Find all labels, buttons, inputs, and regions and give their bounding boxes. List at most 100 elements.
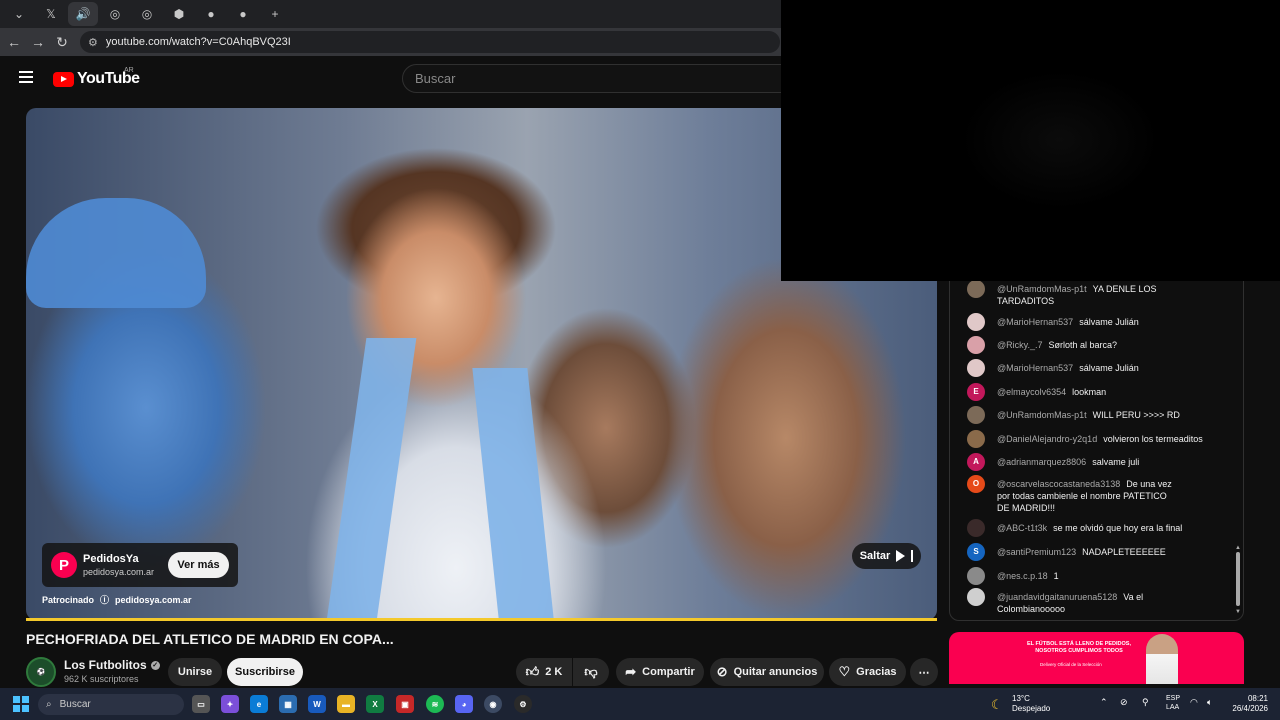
chat-username[interactable]: @juandavidgaitanuruena5128 xyxy=(997,592,1117,602)
subscribe-button[interactable]: Suscribirse xyxy=(227,658,303,686)
tab-5[interactable]: ⬢ xyxy=(164,2,194,26)
tab-4[interactable]: ◎ xyxy=(132,2,162,26)
dislike-button[interactable]: 👎︎ xyxy=(573,658,609,686)
chat-message[interactable]: S @santiPremium123 NADAPLETEEEEEE xyxy=(967,543,1237,561)
chat-avatar[interactable] xyxy=(967,313,985,331)
join-button[interactable]: Unirse xyxy=(168,658,222,686)
folder-icon[interactable]: ▬ xyxy=(337,695,355,713)
steam-icon[interactable]: ⚙ xyxy=(514,695,532,713)
task-view-icon[interactable]: ▭ xyxy=(192,695,210,713)
chat-username[interactable]: @UnRamdomMas-p1t xyxy=(997,284,1087,294)
chat-username[interactable]: @UnRamdomMas-p1t xyxy=(997,410,1087,420)
network-off-icon[interactable]: ⊘ xyxy=(1120,697,1128,708)
excel-icon[interactable]: X xyxy=(366,695,384,713)
chat-message[interactable]: O @oscarvelascocastaneda3138 De una vez po… xyxy=(967,475,1177,514)
weather-widget[interactable]: 13°C Despejado xyxy=(1012,694,1050,714)
tray-chevron-icon[interactable]: ⌃ xyxy=(1100,697,1108,708)
ad-cta-button[interactable]: Ver más xyxy=(168,552,229,578)
taskbar-search[interactable]: ⌕ Buscar xyxy=(38,694,184,715)
scroll-down-icon[interactable]: ▼ xyxy=(1235,609,1241,615)
chat-message[interactable]: A @adrianmarquez8806 salvame juli xyxy=(967,453,1237,471)
chat-avatar[interactable]: E xyxy=(967,383,985,401)
channel-name[interactable]: Los Futbolitos ✓ xyxy=(64,658,160,672)
chat-avatar[interactable] xyxy=(967,567,985,585)
chat-avatar[interactable]: O xyxy=(967,475,985,493)
chat-username[interactable]: @elmaycolv6354 xyxy=(997,387,1066,397)
new-tab-button[interactable]: + xyxy=(260,2,290,26)
mic-icon[interactable]: ⚲ xyxy=(1142,697,1149,708)
like-button[interactable]: 👍︎ 2 K xyxy=(516,658,572,686)
chat-message[interactable]: @juandavidgaitanuruena5128 Va el Colombia… xyxy=(967,588,1177,615)
tab-youtube-active[interactable]: 🔊 xyxy=(68,2,98,26)
tab-7[interactable]: ● xyxy=(228,2,258,26)
chat-scrollbar[interactable] xyxy=(1236,552,1240,606)
chat-username[interactable]: @MarioHernan537 xyxy=(997,363,1073,373)
chat-avatar[interactable] xyxy=(967,359,985,377)
ad-progress-bar[interactable] xyxy=(26,618,937,621)
chat-avatar[interactable] xyxy=(967,280,985,298)
language-indicator[interactable]: ESP LAA xyxy=(1166,694,1180,712)
banner-ad[interactable] xyxy=(949,632,1244,684)
site-info-icon[interactable]: ⚙ xyxy=(88,36,98,49)
address-bar[interactable]: ⚙ youtube.com/watch?v=C0AhqBVQ23I xyxy=(80,31,780,53)
chat-message[interactable]: @nes.c.p.18 1 xyxy=(967,567,1237,585)
chat-avatar[interactable] xyxy=(967,588,985,606)
skip-ad-button[interactable]: Saltar xyxy=(852,543,921,569)
wifi-icon[interactable]: ◠ xyxy=(1190,697,1198,708)
chat-avatar[interactable]: S xyxy=(967,543,985,561)
windows-start-icon[interactable] xyxy=(13,696,29,712)
chat-avatar[interactable] xyxy=(967,336,985,354)
discord-icon[interactable]: ◕ xyxy=(455,695,473,713)
chat-username[interactable]: @DanielAlejandro-y2q1d xyxy=(997,434,1097,444)
chat-username[interactable]: @santiPremium123 xyxy=(997,547,1076,557)
remove-ads-button[interactable]: ⊘ Quitar anuncios xyxy=(710,658,824,686)
channel-avatar[interactable]: ⚽ xyxy=(26,657,56,687)
like-count: 2 K xyxy=(545,666,563,678)
weather-temp: 13°C xyxy=(1012,694,1030,703)
thanks-button[interactable]: ♡ Gracias xyxy=(829,658,906,686)
chat-username[interactable]: @Ricky._.7 xyxy=(997,340,1042,350)
back-icon[interactable]: ← xyxy=(2,34,26,50)
forward-icon[interactable]: → xyxy=(26,34,50,50)
chat-message[interactable]: @MarioHernan537 sálvame Julián xyxy=(967,359,1237,377)
channel-name-text: Los Futbolitos xyxy=(64,658,147,672)
chat-message[interactable]: @MarioHernan537 sálvame Julián xyxy=(967,313,1237,331)
chat-username[interactable]: @nes.c.p.18 xyxy=(997,571,1048,581)
chat-message[interactable]: @DanielAlejandro-y2q1d volvieron los term… xyxy=(967,430,1237,448)
share-button[interactable]: ➦ Compartir xyxy=(616,658,704,686)
chat-username[interactable]: @oscarvelascocastaneda3138 xyxy=(997,479,1120,489)
sponsored-label: Patrocinado xyxy=(42,594,95,605)
tab-3[interactable]: ◎ xyxy=(100,2,130,26)
chat-avatar[interactable] xyxy=(967,430,985,448)
tab-search-menu[interactable]: ⌄ xyxy=(4,2,34,26)
spotify-icon[interactable]: ≋ xyxy=(426,695,444,713)
scroll-up-icon[interactable]: ▲ xyxy=(1235,545,1241,551)
chat-avatar[interactable] xyxy=(967,406,985,424)
store-icon[interactable]: ▦ xyxy=(279,695,297,713)
chat-message[interactable]: @ABC-t1t3k se me olvidó que hoy era la fi… xyxy=(967,519,1237,537)
clock[interactable]: 08:21 26/4/2026 xyxy=(1228,694,1268,714)
chat-username[interactable]: @MarioHernan537 xyxy=(997,317,1073,327)
chat-avatar[interactable] xyxy=(967,519,985,537)
word-icon[interactable]: W xyxy=(308,695,326,713)
tab-6[interactable]: ● xyxy=(196,2,226,26)
chat-username[interactable]: @adrianmarquez8806 xyxy=(997,457,1086,467)
edge-icon[interactable]: e xyxy=(250,695,268,713)
chat-avatar[interactable]: A xyxy=(967,453,985,471)
chat-username[interactable]: @ABC-t1t3k xyxy=(997,523,1047,533)
chat-message[interactable]: @UnRamdomMas-p1t YA DENLE LOS TARDADITOS xyxy=(967,280,1177,307)
info-icon[interactable]: ⓘ xyxy=(100,593,109,606)
chat-message[interactable]: @UnRamdomMas-p1t WILL PERU >>>> RD xyxy=(967,406,1237,424)
more-actions-button[interactable]: ⋯ xyxy=(910,658,938,686)
app-icon[interactable]: ▣ xyxy=(396,695,414,713)
search-input[interactable]: Buscar xyxy=(402,64,802,93)
sponsored-domain[interactable]: pedidosya.com.ar xyxy=(115,595,192,605)
tab-x[interactable]: 𝕏 xyxy=(36,2,66,26)
chat-message[interactable]: @Ricky._.7 Sørloth al barca? xyxy=(967,336,1237,354)
copilot-icon[interactable]: ✦ xyxy=(221,695,239,713)
reload-icon[interactable]: ↻ xyxy=(50,34,74,51)
chat-message[interactable]: E @elmaycolv6354 lookman xyxy=(967,383,1237,401)
chrome-icon[interactable]: ◉ xyxy=(484,695,502,713)
volume-icon[interactable]: 🔈︎ xyxy=(1207,697,1212,708)
menu-icon[interactable] xyxy=(19,71,33,83)
